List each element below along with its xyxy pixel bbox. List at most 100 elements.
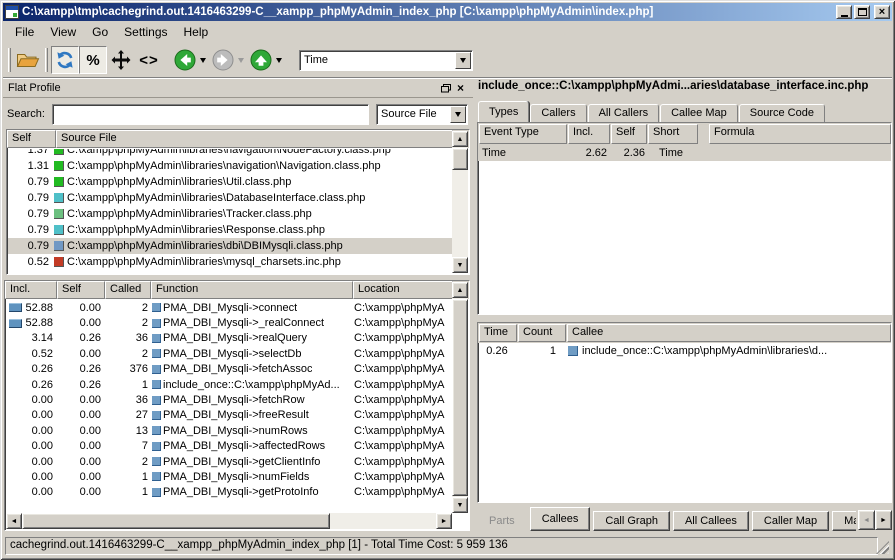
maximize-button[interactable] <box>854 5 870 19</box>
file-row[interactable]: 1.31C:\xampp\phpMyAdmin\libraries\naviga… <box>8 158 452 174</box>
column-header-incl[interactable]: Incl. <box>568 124 610 144</box>
tab-machine-code[interactable]: Machine Code <box>832 511 856 531</box>
dock-float-button[interactable] <box>438 81 453 95</box>
column-header-callee[interactable]: Callee <box>567 324 891 342</box>
open-file-button[interactable] <box>14 46 42 74</box>
scroll-right-button[interactable]: ► <box>436 513 452 529</box>
scrollbar-thumb[interactable] <box>452 148 468 170</box>
status-text: cachegrind.out.1416463299-C__xampp_phpMy… <box>5 537 878 555</box>
file-row[interactable]: 0.79C:\xampp\phpMyAdmin\libraries\Util.c… <box>8 174 452 190</box>
file-row[interactable]: 0.79C:\xampp\phpMyAdmin\libraries\Databa… <box>8 190 452 206</box>
scroll-up-button[interactable]: ▲ <box>452 282 468 298</box>
relative-cost-button[interactable]: % <box>79 46 107 74</box>
function-cell: PMA_DBI_Mysqli->getClientInfo <box>152 456 354 468</box>
menu-settings[interactable]: Settings <box>116 22 175 42</box>
cycle-detection-button[interactable]: <> <box>135 46 163 74</box>
menu-go[interactable]: Go <box>84 22 116 42</box>
table-row[interactable]: 52.880.002PMA_DBI_Mysqli->connectC:\xamp… <box>6 300 452 315</box>
table-row[interactable]: 0.000.001PMA_DBI_Mysqli->numFieldsC:\xam… <box>6 469 452 484</box>
tab-source-code[interactable]: Source Code <box>739 104 825 122</box>
reload-button[interactable] <box>51 46 79 74</box>
table-row[interactable]: 0.000.0027PMA_DBI_Mysqli->freeResultC:\x… <box>6 408 452 423</box>
scroll-down-button[interactable]: ▼ <box>452 497 468 513</box>
scroll-down-button[interactable]: ▼ <box>452 257 468 273</box>
tab-types[interactable]: Types <box>478 101 529 122</box>
column-header-self[interactable]: Self <box>611 124 647 144</box>
tabs-scroll-right-button[interactable]: ► <box>875 510 892 530</box>
column-header-function[interactable]: Function <box>151 281 353 299</box>
column-header-self[interactable]: Self <box>7 130 56 148</box>
self-value: 0.00 <box>58 409 106 421</box>
short-value: Time <box>645 147 704 159</box>
close-button[interactable]: × <box>874 5 890 19</box>
combo-drop-button[interactable] <box>455 52 471 69</box>
column-header-location[interactable]: Location <box>353 281 453 299</box>
table-row[interactable]: 0.000.002PMA_DBI_Mysqli->getClientInfoC:… <box>6 454 452 469</box>
column-header-event-type[interactable]: Event Type <box>479 124 567 144</box>
table-row[interactable]: 3.140.2636PMA_DBI_Mysqli->realQueryC:\xa… <box>6 331 452 346</box>
event-type-combo-value: Time <box>300 54 455 66</box>
column-header-self[interactable]: Self <box>57 281 105 299</box>
menu-file[interactable]: File <box>7 22 42 42</box>
scroll-up-button[interactable]: ▲ <box>452 131 468 147</box>
search-input[interactable] <box>52 104 369 125</box>
back-button[interactable] <box>171 47 209 73</box>
menu-help[interactable]: Help <box>176 22 217 42</box>
table-row[interactable]: 0.000.001PMA_DBI_Mysqli->getProtoInfoC:\… <box>6 485 452 500</box>
tab-callee-map[interactable]: Callee Map <box>660 104 738 122</box>
file-row[interactable]: 0.52C:\xampp\phpMyAdmin\libraries\mysql_… <box>8 254 452 270</box>
up-button[interactable] <box>247 47 285 73</box>
tab-callees[interactable]: Callees <box>530 507 591 531</box>
called-value: 7 <box>106 440 152 452</box>
tab-caller-map[interactable]: Caller Map <box>752 511 829 531</box>
table-row[interactable]: 0.520.002PMA_DBI_Mysqli->selectDbC:\xamp… <box>6 346 452 361</box>
table-row[interactable]: 0.260.261include_once::C:\xampp\phpMyAd.… <box>6 377 452 392</box>
tab-call-graph[interactable]: Call Graph <box>593 511 670 531</box>
file-row[interactable]: 0.79C:\xampp\phpMyAdmin\libraries\Respon… <box>8 222 452 238</box>
title-bar[interactable]: C:\xampp\tmp\cachegrind.out.1416463299-C… <box>3 3 892 21</box>
toolbar-handle[interactable] <box>45 48 48 72</box>
table-row[interactable]: 0.000.007PMA_DBI_Mysqli->affectedRowsC:\… <box>6 439 452 454</box>
table-row[interactable]: 0.000.0013PMA_DBI_Mysqli->numRowsC:\xamp… <box>6 423 452 438</box>
column-header-source-file[interactable]: Source File <box>56 130 453 148</box>
toolbar-handle[interactable] <box>8 48 11 72</box>
file-row[interactable]: 0.79C:\xampp\phpMyAdmin\libraries\Tracke… <box>8 206 452 222</box>
column-header-time[interactable]: Time <box>479 324 517 342</box>
tab-all-callees[interactable]: All Callees <box>673 511 749 531</box>
incl-cell: 0.00 <box>6 471 58 483</box>
column-header-incl[interactable]: Incl. <box>5 281 57 299</box>
forward-button[interactable] <box>209 47 247 73</box>
file-row[interactable]: 0.79C:\xampp\phpMyAdmin\libraries\dbi\DB… <box>8 238 452 254</box>
tab-all-callers[interactable]: All Callers <box>588 104 660 122</box>
grouping-combo[interactable]: Source File <box>376 104 468 125</box>
file-path: C:\xampp\phpMyAdmin\libraries\user_prefe… <box>67 272 347 273</box>
event-type-row[interactable]: Time 2.62 2.36 Time <box>478 145 891 161</box>
scrollbar-thumb[interactable] <box>22 513 330 529</box>
horizontal-scrollbar[interactable]: ◄ ► <box>6 513 452 529</box>
file-row[interactable]: 1.37C:\xampp\phpMyAdmin\libraries\naviga… <box>8 149 452 158</box>
event-type-combo[interactable]: Time <box>299 50 473 71</box>
tab-callers[interactable]: Callers <box>530 104 586 122</box>
dock-close-button[interactable]: × <box>453 81 468 95</box>
dock-caption[interactable]: Flat Profile × <box>3 79 473 98</box>
column-header-called[interactable]: Called <box>105 281 151 299</box>
incl-cell: 0.00 <box>6 456 58 468</box>
minimize-button[interactable] <box>836 5 852 19</box>
combo-drop-button[interactable] <box>450 106 466 123</box>
table-row[interactable]: 0.260.26376PMA_DBI_Mysqli->fetchAssocC:\… <box>6 362 452 377</box>
move-button[interactable] <box>107 46 135 74</box>
file-row[interactable]: 0.52C:\xampp\phpMyAdmin\libraries\user_p… <box>8 270 452 273</box>
table-row[interactable]: 0.000.0036PMA_DBI_Mysqli->fetchRowC:\xam… <box>6 392 452 407</box>
tabs-scroll-left-button[interactable]: ◄ <box>858 510 875 530</box>
callee-row[interactable]: 0.26 1 include_once::C:\xampp\phpMyAdmin… <box>478 343 891 359</box>
column-header-short[interactable]: Short <box>648 124 698 144</box>
table-row[interactable]: 52.880.002PMA_DBI_Mysqli->_realConnectC:… <box>6 315 452 330</box>
column-header-count[interactable]: Count <box>518 324 566 342</box>
vertical-scrollbar[interactable]: ▲ ▼ <box>452 282 468 513</box>
vertical-scrollbar[interactable]: ▲ ▼ <box>452 131 468 273</box>
menu-view[interactable]: View <box>42 22 84 42</box>
scroll-left-button[interactable]: ◄ <box>6 513 22 529</box>
column-header-formula[interactable]: Formula <box>709 124 891 144</box>
scrollbar-thumb[interactable] <box>452 299 468 496</box>
function-icon <box>152 472 161 481</box>
